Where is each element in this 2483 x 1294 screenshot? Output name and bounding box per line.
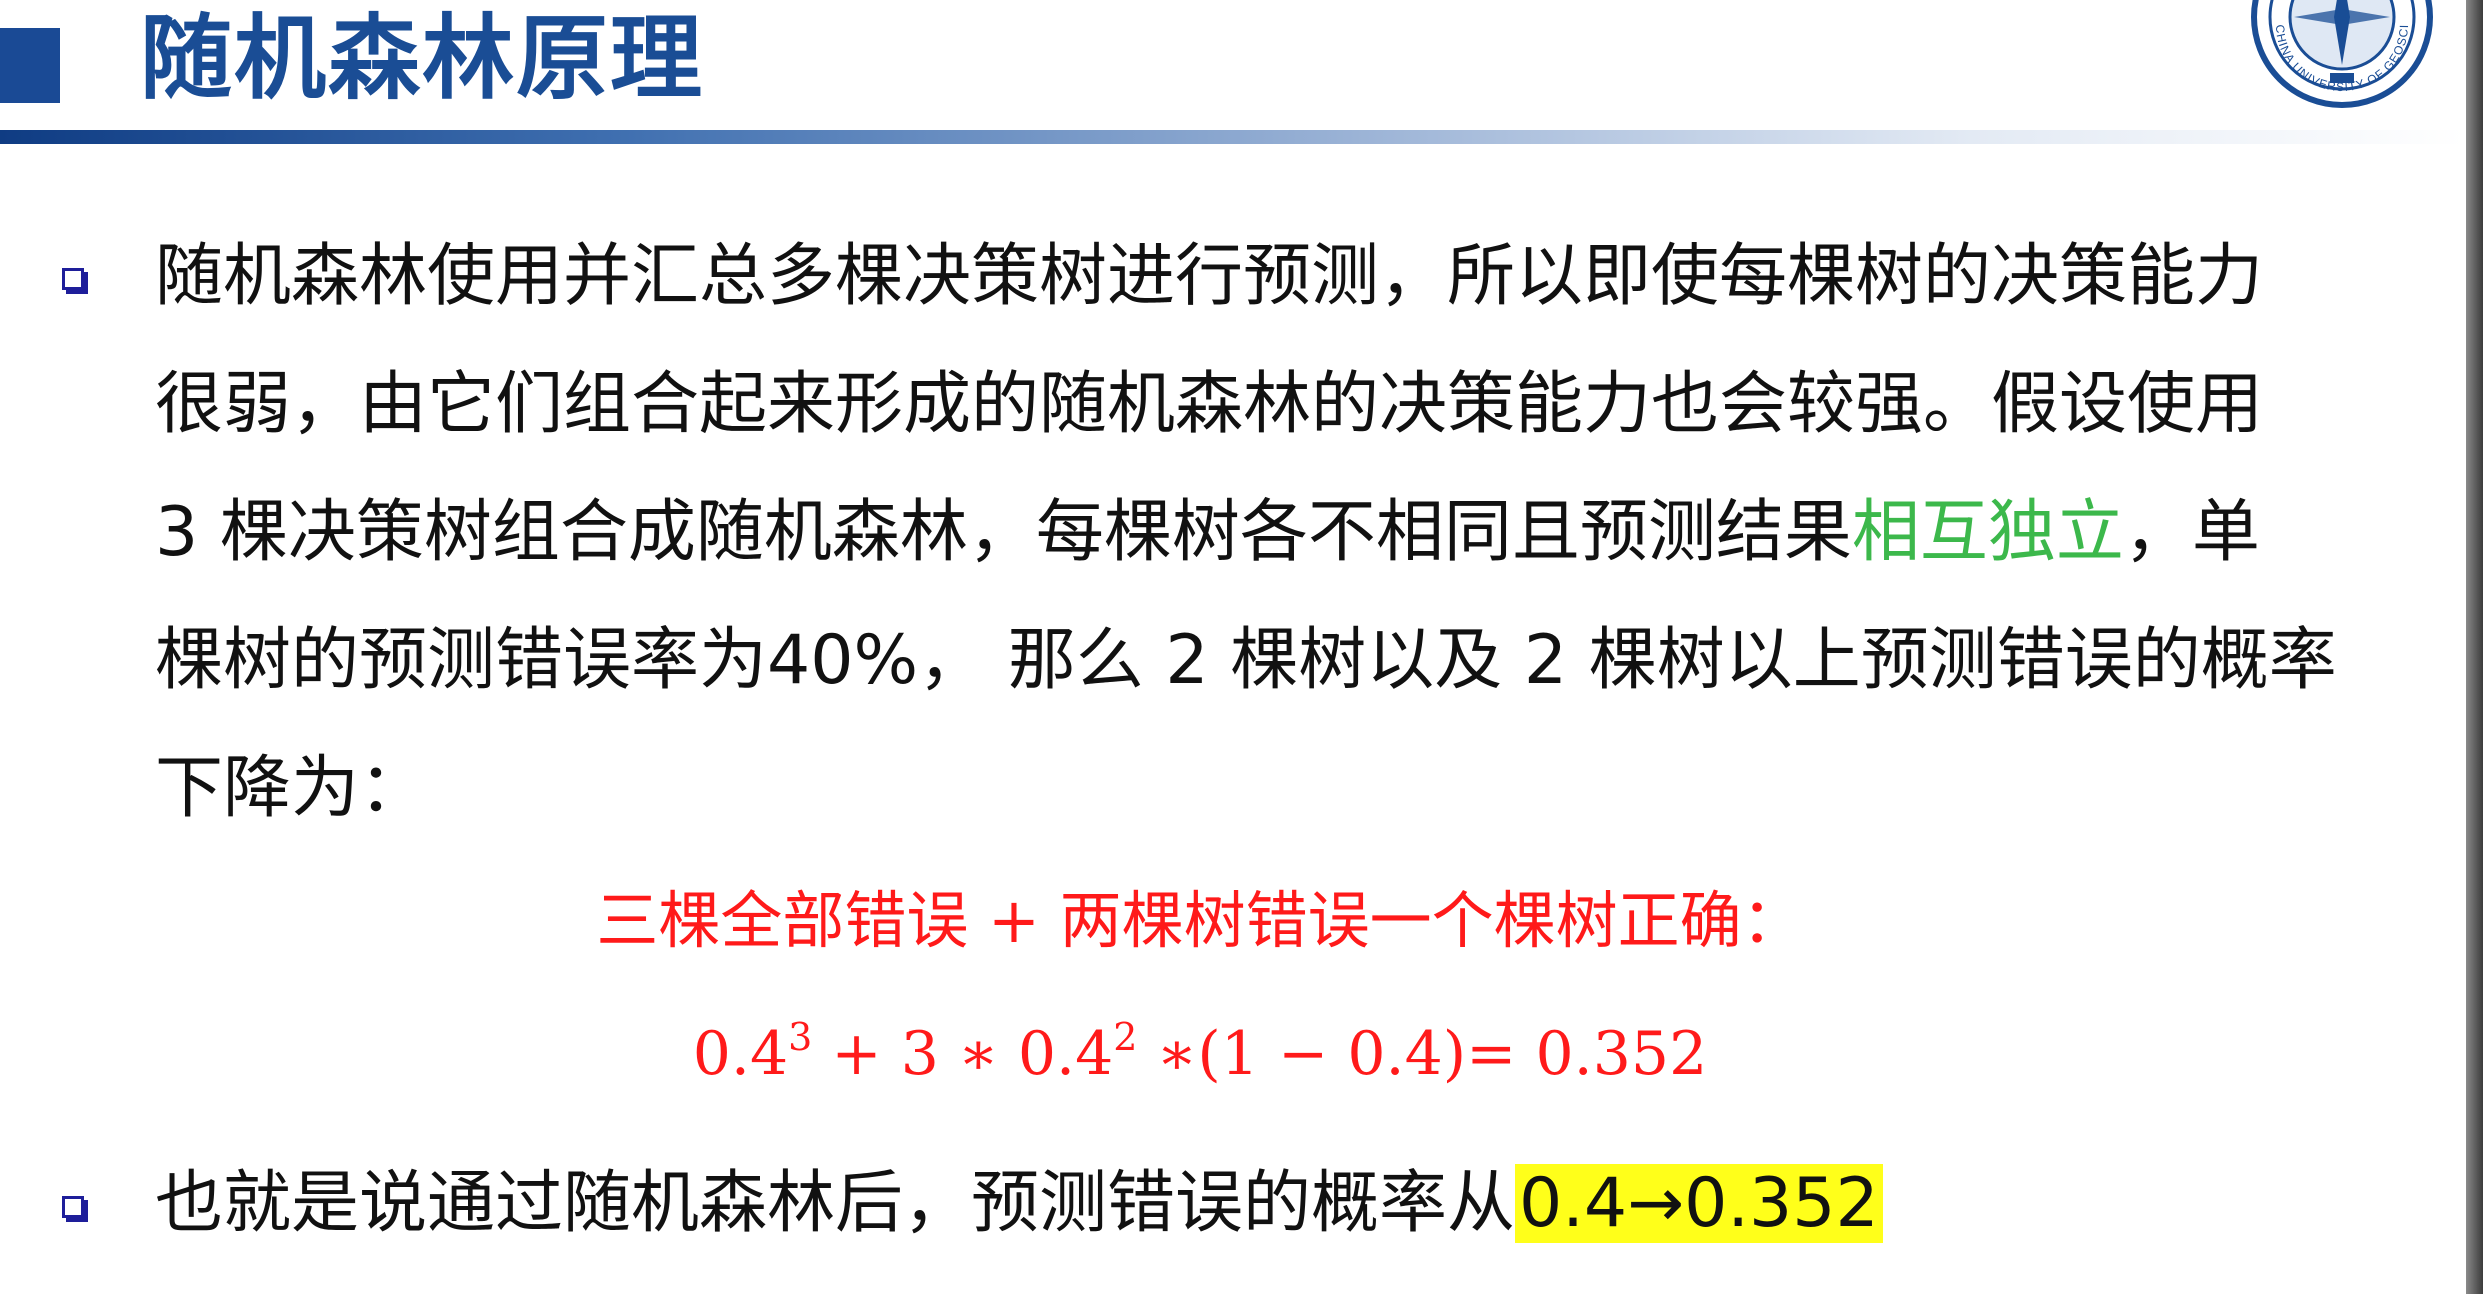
- paragraph-line-text: 随机森林使用并汇总多棵决策树进行预测，所以即使每棵树的决策能力: [155, 237, 2264, 316]
- paragraph-line-text: 棵树的预测错误率为40%， 那么 2 棵树以及 2 棵树以上预测错误的概率: [155, 621, 2337, 700]
- paragraph-main: 随机森林使用并汇总多棵决策树进行预测，所以即使每棵树的决策能力 很弱，由它们组合…: [155, 213, 2365, 853]
- paragraph-conclusion: 也就是说通过随机森林后，预测错误的概率从0.4→0.352: [155, 1140, 2365, 1268]
- paragraph-line: 很弱，由它们组合起来形成的随机森林的决策能力也会较强。假设使用: [155, 341, 2365, 469]
- bullet-icon: [62, 1196, 84, 1218]
- paragraph-line-text: 3 棵决策树组合成随机森林，每棵树各不相同且预测结果相互独立，单: [155, 493, 2260, 572]
- university-seal-icon: CHINA UNIVERSITY OF GEOSCIENCES: [2250, 0, 2435, 112]
- paragraph-line-text: 下降为：: [155, 749, 428, 828]
- paragraph-line: 随机森林使用并汇总多棵决策树进行预测，所以即使每棵树的决策能力: [155, 213, 2365, 341]
- paragraph-line-text: 很弱，由它们组合起来形成的随机森林的决策能力也会较强。假设使用: [155, 365, 2264, 444]
- highlight-result: 0.4→0.352: [1515, 1164, 1883, 1243]
- slide-title: 随机森林原理: [140, 5, 705, 112]
- probability-formula: 0.43 + 3 ∗ 0.42 ∗(1 − 0.4)= 0.352: [692, 1015, 1708, 1089]
- header-accent-square: [0, 28, 60, 103]
- paragraph-line: 3 棵决策树组合成随机森林，每棵树各不相同且预测结果相互独立，单: [155, 469, 2365, 597]
- highlight-independent: 相互独立: [1851, 493, 2124, 572]
- paragraph-line-text: 也就是说通过随机森林后，预测错误的概率从: [155, 1164, 1516, 1243]
- bullet-icon: [62, 268, 84, 290]
- paragraph-line: 棵树的预测错误率为40%， 那么 2 棵树以及 2 棵树以上预测错误的概率: [155, 597, 2365, 725]
- paragraph-line: 下降为：: [155, 725, 2365, 853]
- header-divider: [0, 130, 2465, 144]
- paragraph-line: 也就是说通过随机森林后，预测错误的概率从0.4→0.352: [155, 1140, 2365, 1268]
- window-edge: [2466, 0, 2483, 1294]
- formula-label: 三棵全部错误 + 两棵树错误一个棵树正确：: [596, 884, 1804, 957]
- slide: 随机森林原理 CHINA UNIVERSITY OF GEOSCIENCES 随…: [0, 0, 2483, 1294]
